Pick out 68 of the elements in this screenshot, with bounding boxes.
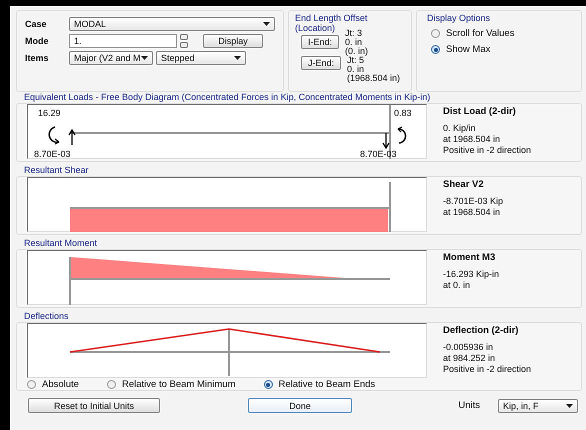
readout-title: Deflection (2-dir): [443, 325, 520, 336]
readout-value: at 1968.504 in: [443, 134, 502, 145]
radio-button[interactable]: [431, 45, 440, 54]
load-value: 8.70E-03: [360, 150, 397, 159]
radio-button[interactable]: [106, 380, 116, 389]
force-arrow: [68, 128, 76, 145]
group-subtitle: (Location): [295, 23, 336, 33]
section-title: Resultant Shear: [23, 165, 90, 176]
units-dropdown[interactable]: Kip, in, F: [498, 398, 578, 412]
caret-icon: [263, 22, 270, 26]
end-button[interactable]: J-End:: [301, 56, 342, 70]
location-value: (0. in): [345, 47, 368, 56]
joint-label: Jt: 3: [345, 29, 364, 38]
items-dropdown[interactable]: Stepped: [156, 51, 246, 65]
mode-field[interactable]: 1.: [69, 34, 177, 48]
support-line: [228, 329, 230, 376]
units-label: Units: [458, 400, 480, 411]
reset-button[interactable]: Reset to Initial Units: [28, 398, 160, 413]
support-line: [69, 257, 71, 305]
caret-icon: [234, 56, 241, 60]
support-line: [389, 182, 391, 232]
readout-value: at 984.252 in: [443, 353, 496, 364]
section-title: Resultant Moment: [23, 238, 98, 249]
section-title: Equivalent Loads - Free Body Diagram (Concentrated Forces in Kip, Concentrated Moments in Kip-in): [23, 92, 432, 103]
offset-value: 0. in: [345, 38, 364, 47]
caret-icon: [141, 56, 148, 60]
load-value: 0.83: [394, 109, 412, 118]
radio-label: Scroll for Values: [446, 28, 514, 39]
readout-value: at 1968.504 in: [443, 207, 502, 218]
group-title: Display Options: [427, 13, 490, 23]
readout-value: -0.005936 in: [443, 342, 494, 353]
joint-label: Jt: 5: [347, 56, 364, 65]
load-value: 16.29: [38, 109, 61, 118]
case-dropdown[interactable]: MODAL: [69, 17, 275, 31]
location-value: (1968.504 in): [347, 74, 400, 83]
readout-value: at 0. in: [443, 280, 472, 291]
radio-button[interactable]: [27, 380, 36, 389]
readout-value: Positive in -2 direction: [443, 364, 532, 375]
radio-label: Show Max: [446, 44, 490, 55]
items-dropdown[interactable]: Major (V2 and M: [69, 51, 153, 65]
force-arrow: [382, 133, 390, 150]
radio-button[interactable]: [431, 29, 440, 38]
readout-title: Dist Load (2-dir): [443, 106, 517, 117]
moment-arrow: [397, 126, 406, 144]
radio-label: Relative to Beam Minimum: [122, 379, 236, 390]
moment-arrow: [48, 126, 60, 145]
load-value: 8.70E-03: [34, 150, 71, 159]
radio-label: Absolute: [42, 379, 79, 390]
readout-value: -8.701E-03 Kip: [443, 196, 504, 207]
field-label: Mode: [25, 36, 50, 46]
done-button[interactable]: Done: [248, 398, 352, 413]
radio-label: Relative to Beam Ends: [278, 379, 376, 390]
readout-title: Shear V2: [443, 179, 485, 190]
caret-icon: [566, 404, 573, 408]
offset-value: 0. in: [347, 65, 366, 74]
end-button[interactable]: I-End:: [301, 35, 340, 49]
readout-value: 0. Kip/in: [443, 123, 477, 134]
field-label: Items: [25, 53, 50, 63]
display-button[interactable]: Display: [203, 34, 263, 48]
support-line: [389, 105, 391, 159]
readout-value: -16.293 Kip-in: [443, 269, 500, 280]
radio-button[interactable]: [264, 380, 272, 389]
field-label: Case: [25, 19, 48, 29]
readout-value: Positive in -2 direction: [443, 145, 532, 156]
group-title: End Length Offset: [295, 13, 368, 23]
spinner-icon[interactable]: [180, 34, 188, 48]
section-title: Deflections: [23, 311, 70, 322]
readout-title: Moment M3: [443, 252, 496, 263]
